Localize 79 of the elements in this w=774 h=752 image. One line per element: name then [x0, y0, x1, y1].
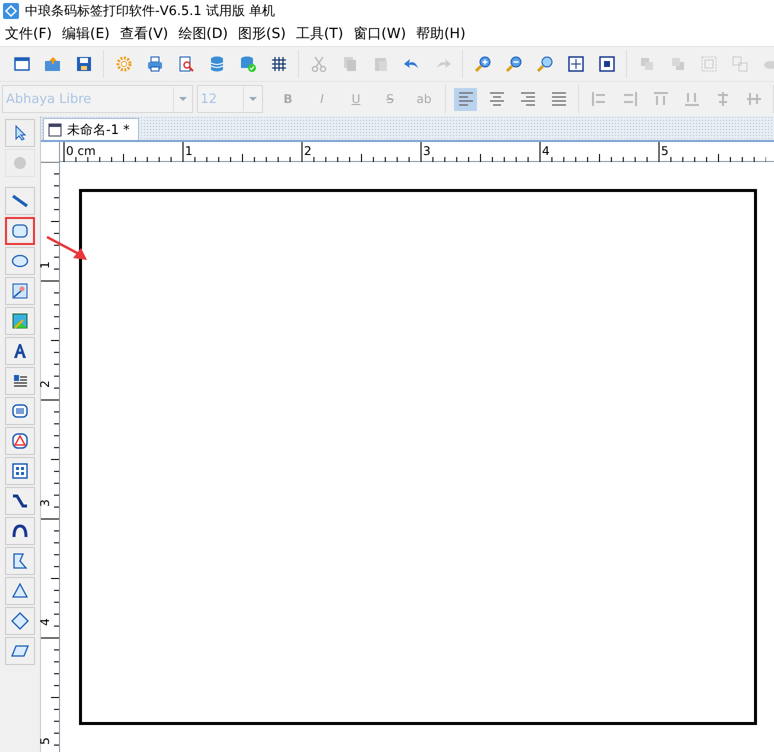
diamond-icon: [11, 612, 29, 630]
folder-icon: [44, 55, 62, 73]
menu-item[interactable]: 文件(F): [0, 25, 57, 43]
ruler-label: 5: [38, 737, 51, 745]
menu-item[interactable]: 窗口(W): [348, 25, 412, 43]
align-left-edges-icon: [590, 90, 608, 108]
align-bottom-edges-icon: [682, 90, 700, 108]
tool-button[interactable]: [5, 517, 35, 545]
tool-button[interactable]: [5, 307, 35, 335]
fit-page-icon: [598, 55, 616, 73]
line-icon: [11, 192, 29, 210]
ruler-label: 1: [38, 261, 51, 269]
align-top-edges-icon: [652, 90, 670, 108]
menu-item[interactable]: 工具(T): [290, 25, 348, 43]
tool-button[interactable]: [5, 457, 35, 485]
ruler-label: 2: [304, 145, 312, 157]
annotation-arrow: [45, 234, 89, 262]
gear-icon: [114, 55, 132, 73]
tool-button[interactable]: [5, 217, 35, 245]
text-align-icon: [518, 90, 536, 108]
tool-button[interactable]: [5, 187, 35, 215]
menu-item[interactable]: 帮助(H): [411, 25, 471, 43]
menu-item[interactable]: 绘图(D): [173, 25, 233, 43]
magnifier-icon: [536, 55, 554, 73]
window-title: 中琅条码标签打印软件-V6.5.1 试用版 单机: [25, 3, 275, 20]
group-icon: [700, 55, 718, 73]
barcode-icon: [11, 402, 29, 420]
curve-icon: [11, 492, 29, 510]
save-icon: [74, 55, 92, 73]
document-tab[interactable]: 未命名-1 *: [43, 118, 139, 140]
database-check-icon: [238, 55, 256, 73]
polygon-icon: [11, 552, 29, 570]
menu-item[interactable]: 查看(V): [114, 25, 174, 43]
ruler-label: 4: [542, 145, 550, 157]
ruler-label: 3: [423, 145, 431, 157]
tool-button[interactable]: [5, 577, 35, 605]
tool-button[interactable]: [5, 367, 35, 395]
center-horizontal-icon: [744, 90, 762, 108]
triangle-icon: [11, 582, 29, 600]
fit-to-window-icon: [566, 55, 584, 73]
letter-a-icon: [12, 342, 28, 360]
image-icon: [11, 282, 29, 300]
ruler-label: 3: [38, 499, 51, 507]
ellipse-icon: [11, 252, 29, 270]
align-button[interactable]: [454, 88, 477, 110]
app-logo-icon: [3, 3, 19, 19]
scissors-icon: [310, 55, 328, 73]
tool-button[interactable]: [5, 247, 35, 275]
zoom-out-icon: [504, 55, 522, 73]
ruler-label: 2: [38, 380, 51, 388]
zoom-in-icon: [474, 55, 492, 73]
printer-icon: [146, 55, 164, 73]
text-align-icon: [488, 90, 506, 108]
landscape-picture-icon: [11, 312, 29, 330]
new-document-icon: [12, 55, 30, 73]
tool-button[interactable]: [5, 277, 35, 305]
text-align-icon: [550, 90, 568, 108]
ruler-label: 4: [38, 618, 51, 626]
tool-button[interactable]: [5, 337, 35, 365]
tool-button[interactable]: [5, 637, 35, 665]
menu-item[interactable]: 图形(S): [233, 25, 291, 43]
tool-button[interactable]: [5, 397, 35, 425]
print-preview-icon: [176, 55, 194, 73]
tool-button[interactable]: [5, 547, 35, 575]
menu-item[interactable]: 编辑(E): [56, 25, 115, 43]
text-align-icon: [456, 90, 474, 108]
arc-icon: [11, 522, 29, 540]
ruler-label: 0 cm: [66, 145, 96, 157]
grid-icon: [270, 55, 288, 73]
tool-button[interactable]: [5, 607, 35, 635]
rounded-rectangle-icon: [11, 222, 29, 240]
tool-button[interactable]: [5, 487, 35, 515]
qr-code-icon: [11, 462, 29, 480]
tool-button[interactable]: [5, 427, 35, 455]
tool-button[interactable]: [5, 119, 35, 147]
document-window-icon: [48, 122, 62, 136]
ruler-label: 1: [185, 145, 193, 157]
ruler-label: 5: [661, 145, 669, 157]
ungroup-icon: [730, 55, 748, 73]
